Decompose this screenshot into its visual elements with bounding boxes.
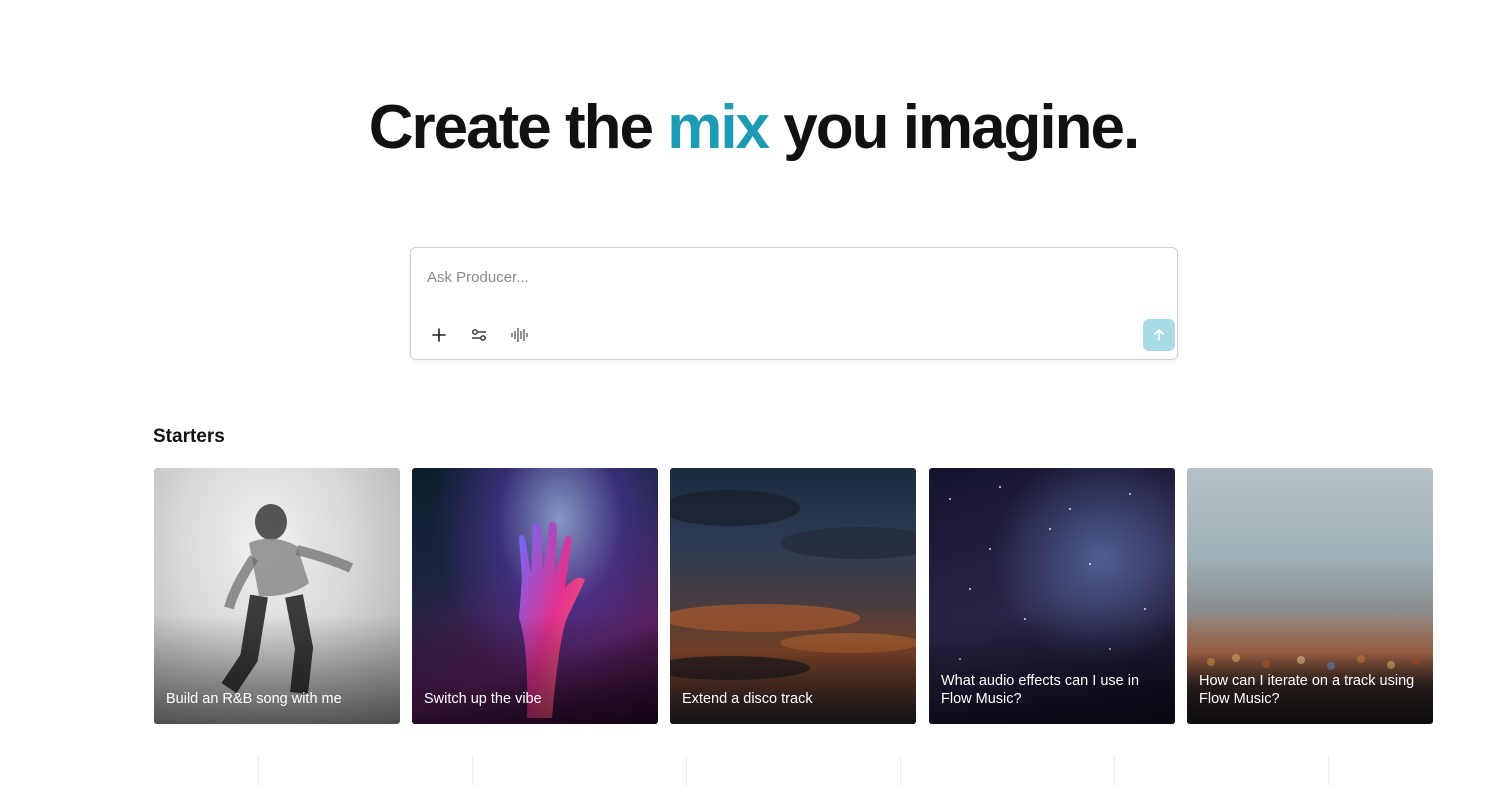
hero-accent-word: mix — [667, 93, 770, 162]
sliders-icon — [472, 329, 486, 341]
starter-card-label: Extend a disco track — [682, 691, 813, 707]
starters-heading: Starters — [153, 426, 225, 447]
add-button[interactable] — [426, 322, 452, 348]
starter-card-label: What audio effects can I use in Flow Mus… — [941, 673, 1140, 707]
waveform-icon — [511, 328, 528, 342]
arrow-up-icon — [1154, 329, 1164, 341]
starter-card-vibe[interactable]: Switch up the vibe — [412, 468, 658, 724]
plus-icon — [432, 328, 446, 342]
starter-card-label: Build an R&B song with me — [166, 691, 342, 707]
send-button[interactable] — [1143, 319, 1175, 351]
starter-card-rnb[interactable]: Build an R&B song with me — [154, 468, 400, 724]
hero-headline: Create the mix you imagine. — [0, 92, 1507, 163]
starter-card-iterate[interactable]: How can I iterate on a track using Flow … — [1187, 468, 1433, 724]
footer-dividers — [154, 756, 1434, 786]
starters-list: Build an R&B song with me Switch up the … — [154, 468, 1434, 724]
ask-producer-input[interactable] — [427, 266, 1127, 288]
starter-card-label: Switch up the vibe — [424, 691, 542, 707]
hero-text-after: you imagine. — [768, 93, 1140, 162]
hero-text-before: Create the — [368, 93, 668, 162]
voice-input-button[interactable] — [506, 322, 532, 348]
starter-card-label: How can I iterate on a track using Flow … — [1199, 673, 1415, 707]
prompt-box — [410, 247, 1178, 360]
settings-button[interactable] — [466, 322, 492, 348]
starter-card-disco[interactable]: Extend a disco track — [670, 468, 916, 724]
starter-card-effects[interactable]: What audio effects can I use in Flow Mus… — [929, 468, 1175, 724]
